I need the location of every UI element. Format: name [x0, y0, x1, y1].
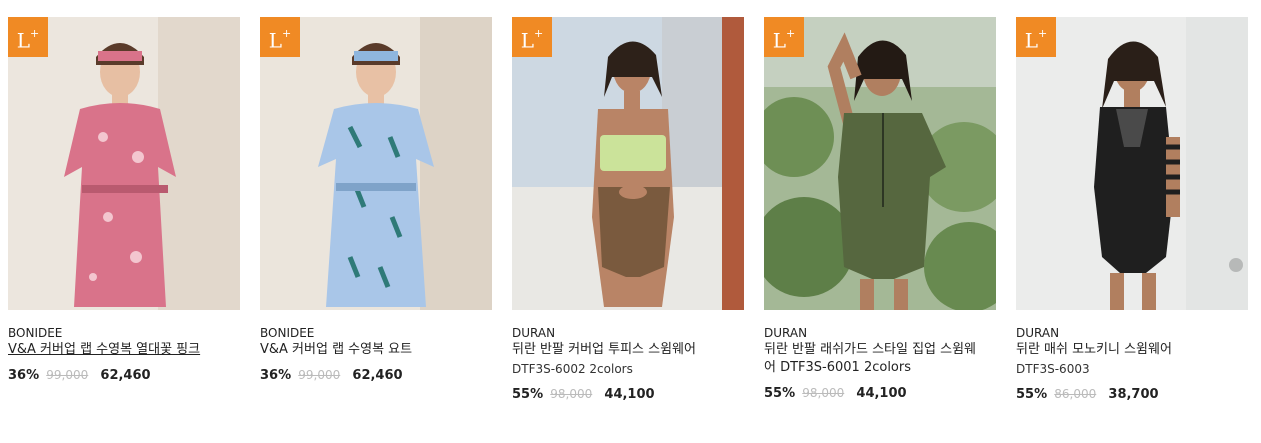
product-name[interactable]: 뒤란 매쉬 모노키니 스윔웨어 — [1016, 341, 1231, 359]
product-code: DTF3S-6002 2colors — [512, 362, 633, 376]
product-card[interactable]: L+ DURAN 뒤란 반팔 커버업 투피스 스윔웨어 DTF3S-6002 2… — [512, 17, 744, 403]
discount-rate: 55% — [764, 386, 796, 401]
discount-rate: 36% — [8, 368, 40, 383]
product-brand: DURAN — [764, 326, 808, 340]
sale-price: 62,460 — [100, 368, 151, 383]
badge-letter: L — [772, 28, 787, 53]
original-price: 98,000 — [802, 386, 845, 400]
product-name[interactable]: V&A 커버업 랩 수영복 요트 — [260, 341, 475, 359]
product-price: 36% 99,000 62,460 — [8, 367, 240, 384]
product-image[interactable]: L+ — [512, 17, 744, 310]
product-price: 55% 86,000 38,700 — [1016, 386, 1248, 403]
original-price: 98,000 — [550, 387, 593, 401]
plus-badge-icon: L+ — [764, 17, 804, 57]
badge-letter: L — [16, 28, 31, 53]
product-name[interactable]: 뒤란 반팔 커버업 투피스 스윔웨어 — [512, 341, 727, 359]
discount-rate: 36% — [260, 368, 292, 383]
product-image[interactable]: L+ — [764, 17, 996, 310]
original-price: 86,000 — [1054, 387, 1097, 401]
product-image[interactable]: L+ — [8, 17, 240, 310]
product-card[interactable]: L+ BONIDEE V&A 커버업 랩 수영복 요트 36% 99,000 6… — [260, 17, 492, 384]
product-price: 55% 98,000 44,100 — [764, 385, 996, 402]
discount-rate: 55% — [512, 387, 544, 402]
product-code: DTF3S-6003 — [1016, 362, 1090, 376]
product-price: 36% 99,000 62,460 — [260, 367, 492, 384]
product-name[interactable]: 뒤란 반팔 래쉬가드 스타일 집업 스윔웨어 DTF3S-6001 2color… — [764, 341, 979, 377]
plus-badge-icon: L+ — [1016, 17, 1056, 57]
badge-letter: L — [1024, 28, 1039, 53]
product-brand: BONIDEE — [8, 326, 63, 340]
badge-sup: + — [282, 27, 292, 40]
badge-sup: + — [534, 27, 544, 40]
sale-price: 62,460 — [352, 368, 403, 383]
product-brand: BONIDEE — [260, 326, 315, 340]
original-price: 99,000 — [298, 368, 341, 382]
product-name[interactable]: V&A 커버업 랩 수영복 열대꽃 핑크 — [8, 341, 223, 359]
badge-sup: + — [1038, 27, 1048, 40]
badge-letter: L — [520, 28, 535, 53]
product-image[interactable]: L+ — [260, 17, 492, 310]
product-card[interactable]: L+ DURAN 뒤란 매쉬 모노키니 스윔웨어 DTF3S-6003 55% … — [1016, 17, 1248, 403]
product-brand: DURAN — [512, 326, 556, 340]
product-card[interactable]: L+ DURAN 뒤란 반팔 래쉬가드 스타일 집업 스윔웨어 DTF3S-60… — [764, 17, 996, 402]
plus-badge-icon: L+ — [512, 17, 552, 57]
product-image[interactable]: L+ — [1016, 17, 1248, 310]
badge-sup: + — [786, 27, 796, 40]
plus-badge-icon: L+ — [260, 17, 300, 57]
sale-price: 44,100 — [604, 387, 655, 402]
badge-letter: L — [268, 28, 283, 53]
plus-badge-icon: L+ — [8, 17, 48, 57]
sale-price: 44,100 — [856, 386, 907, 401]
original-price: 99,000 — [46, 368, 89, 382]
product-brand: DURAN — [1016, 326, 1060, 340]
product-price: 55% 98,000 44,100 — [512, 386, 744, 403]
discount-rate: 55% — [1016, 387, 1048, 402]
product-card[interactable]: L+ BONIDEE V&A 커버업 랩 수영복 열대꽃 핑크 36% 99,0… — [8, 17, 240, 384]
badge-sup: + — [30, 27, 40, 40]
sale-price: 38,700 — [1108, 387, 1159, 402]
